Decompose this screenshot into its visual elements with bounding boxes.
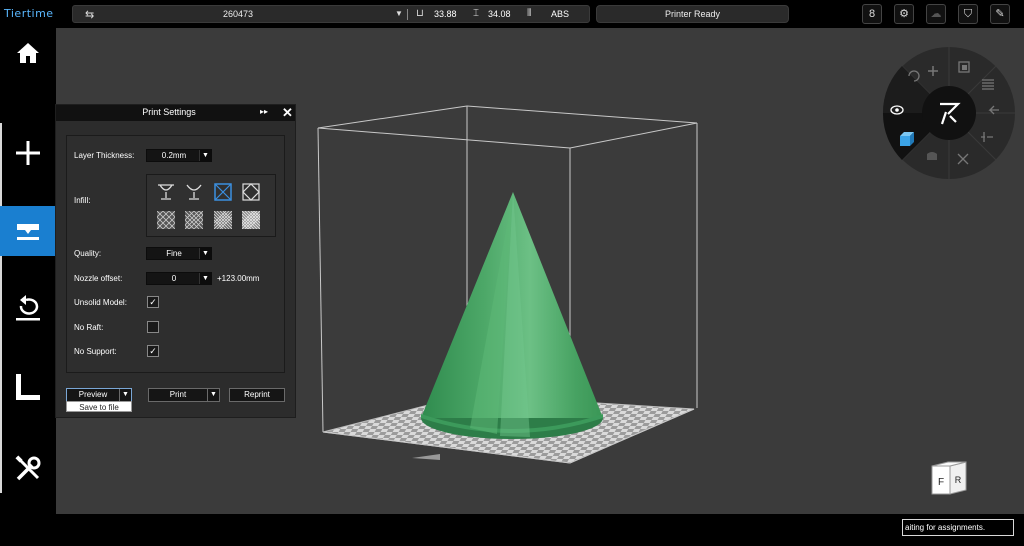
printer-select-bar[interactable]: ⇆ 260473 ▼ ⊔ 33.88 ⌶ 34.08 ⦀ ABS <box>72 5 590 23</box>
material-icon: ⦀ <box>527 8 532 19</box>
infill-label: Infill: <box>74 196 91 205</box>
unsolid-model-label: Unsolid Model: <box>74 298 127 307</box>
infill-medium-icon[interactable] <box>185 211 203 229</box>
chevron-down-icon: ▼ <box>199 150 211 161</box>
nozzle-offset-value: 0 <box>171 274 177 283</box>
view-cube-right-label: R <box>955 475 962 485</box>
refresh-icon[interactable] <box>0 284 56 334</box>
status-bar: aiting for assignments. <box>0 514 1024 546</box>
tools-icon[interactable] <box>0 444 56 494</box>
usb-icon: ⇆ <box>85 9 95 21</box>
view-cube-front-label: F <box>938 477 944 488</box>
app-logo: Tiertime <box>4 7 54 20</box>
preview-button[interactable]: Preview ▼ <box>66 388 132 402</box>
settings-box: Layer Thickness: 0.2mm ▼ Infill: Quality… <box>66 135 285 373</box>
printer-serial: 260473 <box>223 9 254 19</box>
print-button[interactable]: Print ▼ <box>148 388 220 402</box>
nozzle-temperature: 33.88 <box>434 9 457 19</box>
cone-model <box>421 192 603 439</box>
print-settings-panel: Print Settings ▸▸ ✕ Layer Thickness: 0.2… <box>55 104 296 418</box>
chevron-down-icon[interactable]: ▼ <box>395 9 403 18</box>
shirt-icon[interactable]: ⛉ <box>958 4 978 24</box>
layer-thickness-value: 0.2mm <box>161 151 187 160</box>
infill-loose-icon[interactable] <box>157 211 175 229</box>
infill-shell-icon[interactable] <box>157 183 175 201</box>
chevron-down-icon[interactable]: ▼ <box>119 389 131 401</box>
edit-icon[interactable]: ✎ <box>990 4 1010 24</box>
no-support-checkbox[interactable]: ✓ <box>147 345 159 357</box>
nozzle-temp-icon: ⊔ <box>416 8 424 19</box>
ruler-icon[interactable] <box>0 362 56 412</box>
bed-temp-icon: ⌶ <box>473 8 479 19</box>
bed-temperature: 34.08 <box>488 9 511 19</box>
reprint-button[interactable]: Reprint <box>229 388 285 402</box>
top-bar: Tiertime ⇆ 260473 ▼ ⊔ 33.88 ⌶ 34.08 ⦀ AB… <box>0 0 1024 28</box>
preview-label: Preview <box>78 390 108 399</box>
nozzle-offset-label: Nozzle offset: <box>74 274 123 283</box>
no-raft-checkbox[interactable] <box>147 321 159 333</box>
settings-gear-icon[interactable]: ⚙ <box>894 4 914 24</box>
radial-tool-menu <box>882 47 1015 179</box>
material-type: ABS <box>551 9 570 19</box>
infill-surface-icon[interactable] <box>185 183 203 201</box>
sidebar <box>0 28 56 514</box>
infill-pattern-group <box>146 174 276 237</box>
view-cube-icon[interactable]: F R <box>928 458 972 498</box>
quality-value: Fine <box>166 249 182 258</box>
quality-label: Quality: <box>74 249 102 258</box>
chevron-down-icon: ▼ <box>199 273 211 284</box>
cloud-icon[interactable]: ☁ <box>926 4 946 24</box>
chevron-down-icon: ▼ <box>199 248 211 259</box>
printer-status: Printer Ready <box>596 5 789 23</box>
nozzle-height-value: +123.00mm <box>217 274 260 283</box>
nozzle-offset-select[interactable]: 0 ▼ <box>146 272 212 285</box>
status-message: aiting for assignments. <box>902 519 1014 536</box>
panel-title: Print Settings <box>142 107 196 117</box>
cube-view-icon[interactable] <box>900 132 914 146</box>
print-label: Print <box>169 390 187 399</box>
printer-status-icon[interactable]: 8 <box>862 4 882 24</box>
layer-thickness-label: Layer Thickness: <box>74 151 135 160</box>
infill-dense-icon[interactable] <box>214 211 232 229</box>
plus-icon[interactable] <box>0 128 56 178</box>
fast-forward-icon[interactable]: ▸▸ <box>260 107 268 116</box>
auto-layout-icon[interactable] <box>927 152 937 160</box>
quality-select[interactable]: Fine ▼ <box>146 247 212 260</box>
print-icon[interactable] <box>0 206 56 256</box>
no-raft-label: No Raft: <box>74 323 104 332</box>
chevron-down-icon[interactable]: ▼ <box>207 389 219 401</box>
no-support-label: No Support: <box>74 347 117 356</box>
infill-hollow-icon[interactable] <box>214 183 232 201</box>
save-to-file-menu-item[interactable]: Save to file <box>66 401 132 412</box>
panel-header: Print Settings ▸▸ ✕ <box>56 105 295 121</box>
infill-solid-icon[interactable] <box>242 211 260 229</box>
divider <box>407 9 408 20</box>
unsolid-model-checkbox[interactable]: ✓ <box>147 296 159 308</box>
infill-sparse-icon[interactable] <box>242 183 260 201</box>
home-icon[interactable] <box>0 28 56 78</box>
layer-thickness-select[interactable]: 0.2mm ▼ <box>146 149 212 162</box>
close-icon[interactable]: ✕ <box>282 105 293 121</box>
